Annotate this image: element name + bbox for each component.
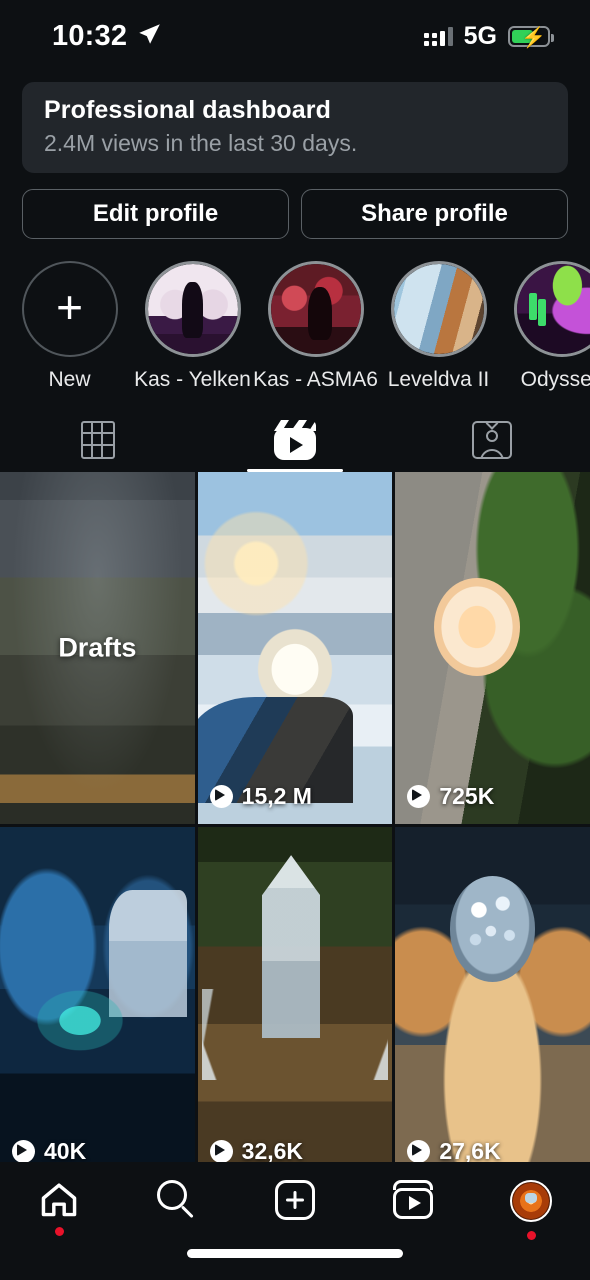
view-count-label: 725K bbox=[439, 783, 495, 809]
grid-cell[interactable]: 725K bbox=[395, 472, 590, 824]
highlight-thumbnail bbox=[147, 264, 238, 354]
highlight-item[interactable]: Odyssey bbox=[500, 261, 590, 392]
search-icon bbox=[157, 1180, 197, 1220]
professional-dashboard-card[interactable]: Professional dashboard 2.4M views in the… bbox=[22, 82, 568, 173]
content-tabs bbox=[0, 408, 590, 472]
grid-cell[interactable]: 15,2 M bbox=[197, 472, 393, 824]
views-icon bbox=[407, 1140, 431, 1163]
nav-create[interactable] bbox=[236, 1180, 354, 1220]
view-count: 15,2 M bbox=[209, 783, 312, 810]
cell-artwork bbox=[395, 472, 590, 824]
nav-profile[interactable] bbox=[472, 1180, 590, 1240]
bottom-navigation-bar bbox=[0, 1162, 590, 1280]
highlight-label: Odyssey bbox=[520, 368, 590, 391]
share-profile-button[interactable]: Share profile bbox=[301, 189, 568, 239]
cell-artwork bbox=[395, 827, 590, 1179]
view-count: 27,6K bbox=[407, 1138, 501, 1165]
profile-badge-dot bbox=[526, 1231, 536, 1240]
highlight-ring[interactable] bbox=[267, 261, 364, 357]
professional-dashboard-title: Professional dashboard bbox=[44, 96, 331, 124]
home-indicator bbox=[187, 1249, 403, 1258]
cell-artwork bbox=[0, 827, 195, 1179]
location-arrow-icon bbox=[136, 21, 162, 52]
view-count-label: 40K bbox=[44, 1138, 87, 1164]
highlight-new[interactable]: + New bbox=[8, 261, 131, 392]
cellular-signal-icon bbox=[423, 26, 453, 46]
view-count-label: 32,6K bbox=[241, 1138, 304, 1164]
highlight-thumbnail bbox=[516, 264, 590, 354]
nav-home[interactable] bbox=[0, 1180, 118, 1236]
highlight-label: Leveldva II bbox=[387, 368, 490, 391]
network-label: 5G bbox=[463, 21, 497, 50]
highlight-item[interactable]: Kas - Yelken bbox=[131, 261, 254, 392]
grid-cell-drafts[interactable]: Drafts bbox=[0, 472, 195, 824]
status-bar-time: 10:32 bbox=[52, 19, 128, 52]
reels-icon bbox=[393, 1180, 433, 1219]
grid-cell[interactable]: 32,6K bbox=[197, 827, 393, 1179]
tab-grid[interactable] bbox=[0, 408, 197, 472]
professional-dashboard-subtitle: 2.4M views in the last 30 days. bbox=[44, 130, 358, 156]
grid-cell[interactable]: 27,6K bbox=[395, 827, 590, 1179]
view-count: 725K bbox=[407, 783, 494, 810]
highlight-thumbnail bbox=[270, 264, 361, 354]
plus-icon: + bbox=[56, 281, 83, 333]
tab-tagged[interactable] bbox=[393, 408, 590, 472]
views-icon bbox=[12, 1140, 35, 1163]
cell-artwork bbox=[197, 827, 393, 1179]
grid-icon bbox=[81, 421, 116, 459]
home-icon bbox=[37, 1180, 81, 1218]
grid-cell[interactable]: 40K bbox=[0, 827, 195, 1179]
view-count: 40K bbox=[12, 1138, 86, 1165]
highlight-item[interactable]: Leveldva II bbox=[377, 261, 500, 392]
highlight-ring[interactable] bbox=[513, 261, 590, 357]
plus-square-icon bbox=[275, 1180, 315, 1220]
story-highlights-row[interactable]: + New Kas - Yelken Kas - ASMA6 Leveldva … bbox=[0, 239, 590, 392]
tab-reels[interactable] bbox=[197, 408, 394, 472]
view-count-label: 27,6K bbox=[439, 1138, 501, 1164]
cell-artwork bbox=[197, 472, 393, 824]
avatar-icon bbox=[510, 1180, 552, 1222]
views-icon bbox=[407, 785, 431, 808]
new-highlight-ring[interactable]: + bbox=[21, 261, 118, 357]
reels-icon bbox=[274, 420, 316, 460]
highlight-thumbnail bbox=[393, 264, 484, 354]
drafts-label: Drafts bbox=[58, 632, 137, 663]
highlight-label: New bbox=[48, 368, 91, 391]
nav-search[interactable] bbox=[118, 1180, 236, 1220]
battery-charging-icon: ⚡ bbox=[508, 25, 554, 48]
status-bar-right: 5G ⚡ bbox=[423, 21, 554, 51]
view-count: 32,6K bbox=[209, 1138, 304, 1165]
home-badge-dot bbox=[54, 1227, 64, 1236]
media-grid: Drafts 15,2 M 725K 40K 32,6K 27,6K bbox=[0, 472, 590, 1179]
status-bar-left: 10:32 bbox=[52, 20, 162, 53]
tagged-person-icon bbox=[471, 421, 512, 459]
highlight-label: Kas - Yelken bbox=[134, 368, 251, 391]
highlight-label: Kas - ASMA6 bbox=[253, 368, 378, 391]
highlight-ring[interactable] bbox=[144, 261, 241, 357]
nav-reels[interactable] bbox=[354, 1180, 472, 1219]
instagram-profile-screen: 10:32 5G ⚡ Professional dashboard 2.4M v… bbox=[0, 0, 590, 1280]
view-count-label: 15,2 M bbox=[241, 783, 312, 809]
highlight-ring[interactable] bbox=[390, 261, 487, 357]
views-icon bbox=[209, 1140, 233, 1163]
edit-profile-button[interactable]: Edit profile bbox=[22, 189, 289, 239]
status-bar: 10:32 5G ⚡ bbox=[0, 0, 590, 72]
views-icon bbox=[209, 785, 233, 808]
highlight-item[interactable]: Kas - ASMA6 bbox=[253, 261, 378, 392]
profile-action-buttons: Edit profile Share profile bbox=[0, 173, 590, 239]
